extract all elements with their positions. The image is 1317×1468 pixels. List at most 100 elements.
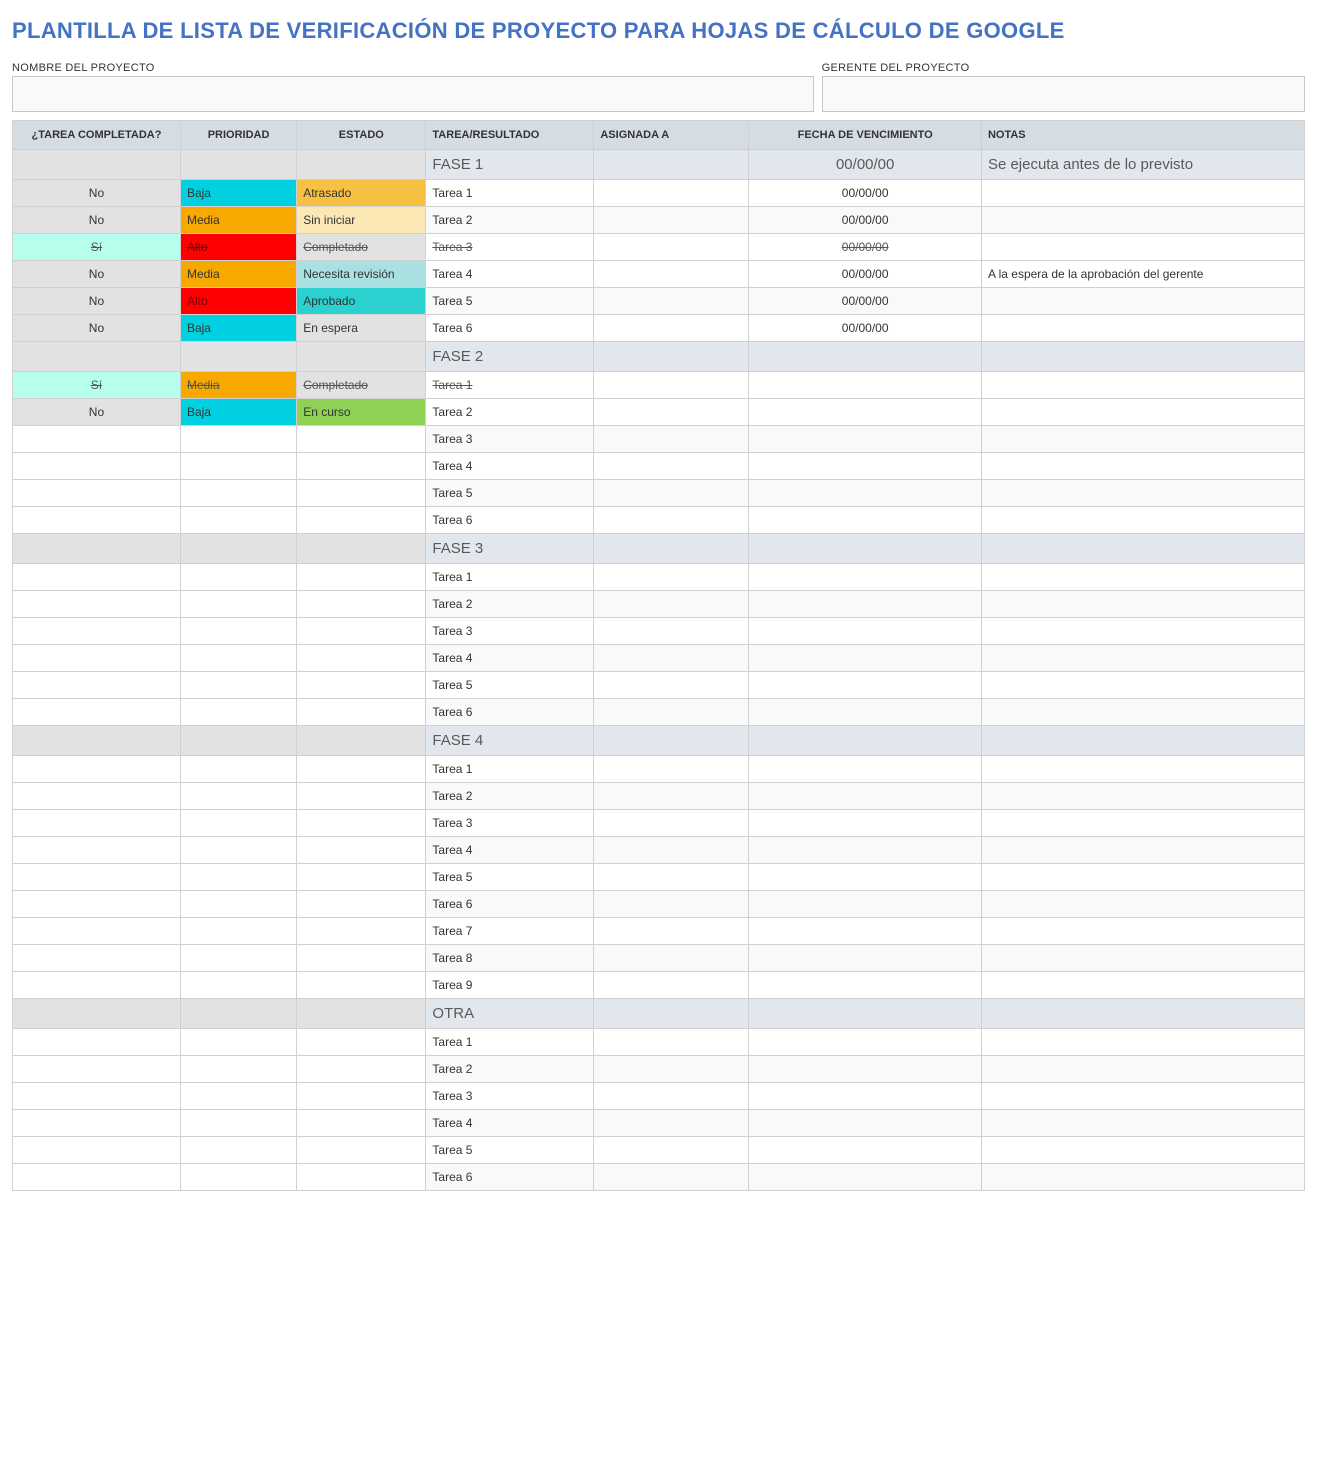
cell-task[interactable]: FASE 3 [426, 534, 594, 564]
cell-done[interactable] [13, 891, 181, 918]
cell-status[interactable] [297, 756, 426, 783]
cell-status[interactable]: En curso [297, 399, 426, 426]
cell-done[interactable] [13, 1029, 181, 1056]
cell-notes[interactable] [981, 1110, 1304, 1137]
cell-done[interactable] [13, 837, 181, 864]
cell-assigned[interactable] [594, 1083, 749, 1110]
cell-priority[interactable] [180, 1056, 296, 1083]
cell-notes[interactable] [981, 864, 1304, 891]
cell-task[interactable]: Tarea 1 [426, 372, 594, 399]
cell-assigned[interactable] [594, 372, 749, 399]
cell-priority[interactable] [180, 645, 296, 672]
cell-task[interactable]: Tarea 3 [426, 426, 594, 453]
cell-due[interactable] [749, 918, 982, 945]
cell-done[interactable] [13, 756, 181, 783]
cell-task[interactable]: Tarea 3 [426, 1083, 594, 1110]
cell-done[interactable] [13, 1083, 181, 1110]
cell-task[interactable]: Tarea 2 [426, 207, 594, 234]
cell-notes[interactable] [981, 480, 1304, 507]
cell-done[interactable] [13, 783, 181, 810]
cell-task[interactable]: Tarea 1 [426, 756, 594, 783]
cell-status[interactable] [297, 453, 426, 480]
cell-due[interactable] [749, 810, 982, 837]
cell-due[interactable] [749, 1056, 982, 1083]
cell-due[interactable] [749, 342, 982, 372]
cell-priority[interactable] [180, 1110, 296, 1137]
cell-task[interactable]: Tarea 6 [426, 507, 594, 534]
cell-assigned[interactable] [594, 591, 749, 618]
cell-done[interactable] [13, 645, 181, 672]
cell-status[interactable] [297, 783, 426, 810]
cell-priority[interactable]: Alto [180, 288, 296, 315]
cell-status[interactable] [297, 1029, 426, 1056]
cell-notes[interactable] [981, 756, 1304, 783]
cell-priority[interactable] [180, 945, 296, 972]
cell-assigned[interactable] [594, 999, 749, 1029]
cell-status[interactable] [297, 645, 426, 672]
cell-task[interactable]: Tarea 1 [426, 180, 594, 207]
cell-done[interactable]: No [13, 399, 181, 426]
cell-status[interactable] [297, 1083, 426, 1110]
cell-status[interactable] [297, 837, 426, 864]
cell-done[interactable]: No [13, 288, 181, 315]
cell-done[interactable] [13, 591, 181, 618]
cell-task[interactable]: Tarea 6 [426, 1164, 594, 1191]
cell-done[interactable] [13, 999, 181, 1029]
cell-priority[interactable]: Media [180, 261, 296, 288]
cell-priority[interactable] [180, 342, 296, 372]
cell-priority[interactable] [180, 591, 296, 618]
cell-status[interactable] [297, 726, 426, 756]
cell-notes[interactable] [981, 945, 1304, 972]
cell-priority[interactable]: Media [180, 207, 296, 234]
cell-due[interactable]: 00/00/00 [749, 288, 982, 315]
cell-notes[interactable] [981, 618, 1304, 645]
cell-assigned[interactable] [594, 1056, 749, 1083]
cell-notes[interactable]: Se ejecuta antes de lo previsto [981, 150, 1304, 180]
cell-task[interactable]: FASE 4 [426, 726, 594, 756]
cell-priority[interactable] [180, 1164, 296, 1191]
cell-due[interactable] [749, 699, 982, 726]
cell-assigned[interactable] [594, 426, 749, 453]
cell-priority[interactable] [180, 1029, 296, 1056]
cell-status[interactable] [297, 1164, 426, 1191]
cell-priority[interactable] [180, 756, 296, 783]
cell-assigned[interactable] [594, 672, 749, 699]
cell-assigned[interactable] [594, 1137, 749, 1164]
cell-status[interactable] [297, 672, 426, 699]
cell-assigned[interactable] [594, 207, 749, 234]
cell-due[interactable]: 00/00/00 [749, 207, 982, 234]
cell-assigned[interactable] [594, 315, 749, 342]
cell-priority[interactable]: Media [180, 372, 296, 399]
cell-task[interactable]: Tarea 9 [426, 972, 594, 999]
cell-priority[interactable] [180, 783, 296, 810]
cell-due[interactable] [749, 372, 982, 399]
cell-done[interactable] [13, 564, 181, 591]
cell-due[interactable] [749, 1083, 982, 1110]
cell-assigned[interactable] [594, 645, 749, 672]
cell-task[interactable]: Tarea 4 [426, 453, 594, 480]
cell-done[interactable]: No [13, 315, 181, 342]
cell-notes[interactable] [981, 1056, 1304, 1083]
cell-task[interactable]: Tarea 6 [426, 699, 594, 726]
cell-priority[interactable] [180, 480, 296, 507]
cell-status[interactable] [297, 150, 426, 180]
cell-due[interactable] [749, 1137, 982, 1164]
cell-due[interactable] [749, 726, 982, 756]
cell-notes[interactable] [981, 453, 1304, 480]
cell-priority[interactable] [180, 837, 296, 864]
cell-notes[interactable] [981, 1083, 1304, 1110]
cell-notes[interactable] [981, 699, 1304, 726]
cell-notes[interactable] [981, 507, 1304, 534]
cell-assigned[interactable] [594, 945, 749, 972]
cell-task[interactable]: Tarea 7 [426, 918, 594, 945]
cell-due[interactable]: 00/00/00 [749, 315, 982, 342]
cell-done[interactable] [13, 699, 181, 726]
cell-status[interactable] [297, 945, 426, 972]
cell-task[interactable]: Tarea 1 [426, 1029, 594, 1056]
cell-due[interactable] [749, 618, 982, 645]
cell-priority[interactable]: Baja [180, 399, 296, 426]
cell-notes[interactable] [981, 837, 1304, 864]
cell-assigned[interactable] [594, 726, 749, 756]
cell-priority[interactable] [180, 150, 296, 180]
cell-done[interactable] [13, 150, 181, 180]
